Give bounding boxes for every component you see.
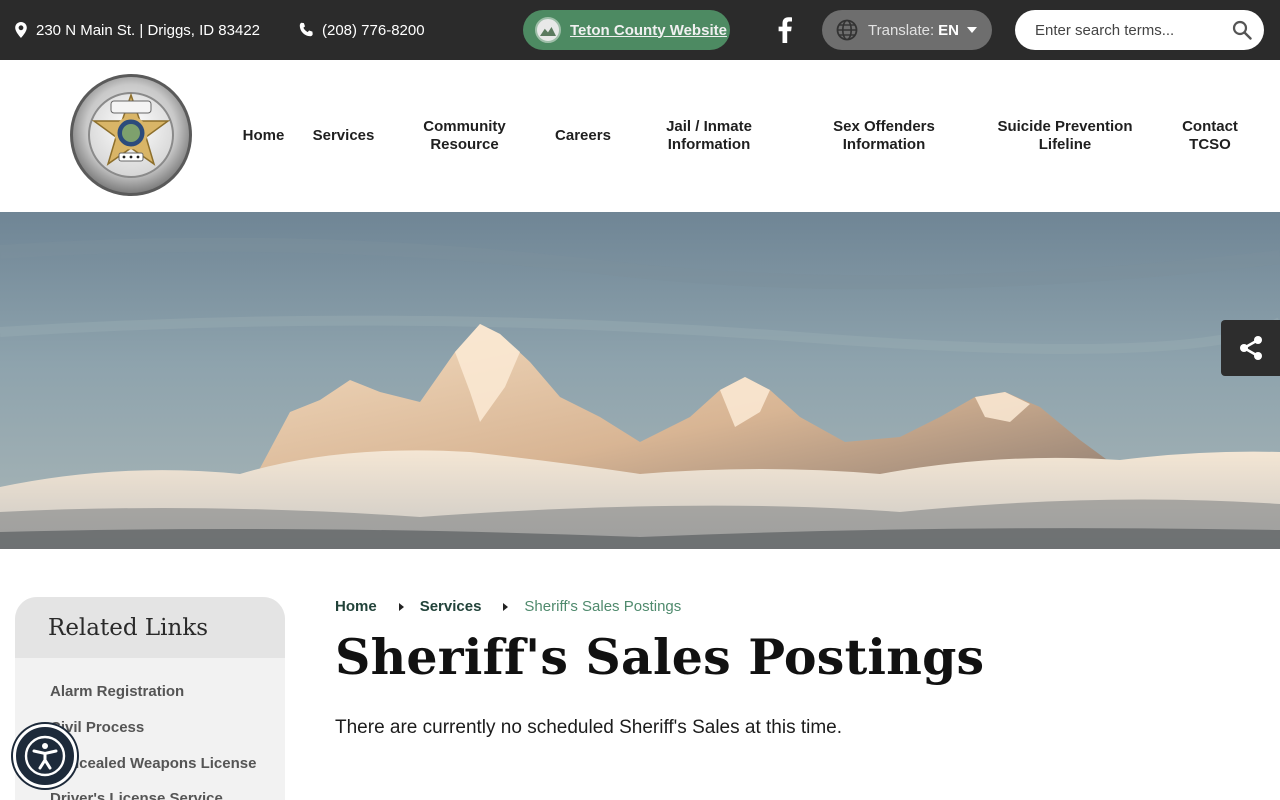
phone-icon: [299, 22, 313, 37]
share-button[interactable]: [1221, 320, 1280, 376]
phone[interactable]: (208) 776-8200: [298, 0, 425, 60]
nav-home-label: Home: [242, 127, 285, 144]
sheriff-badge-logo[interactable]: [69, 73, 193, 197]
nav-careers-label: Careers: [555, 127, 611, 144]
mountain-landscape: [0, 212, 1280, 549]
chevron-down-icon: [966, 27, 977, 33]
sidebar-title: Related Links: [48, 614, 209, 641]
county-website-label: Teton County Website: [570, 21, 727, 39]
nav-contact-label: Contact TCSO: [1182, 118, 1238, 153]
phone-text: (208) 776-8200: [322, 21, 425, 39]
nav-services[interactable]: Services: [306, 60, 381, 212]
translate-dropdown[interactable]: Translate: EN: [822, 10, 992, 50]
county-website-button[interactable]: Teton County Website: [523, 10, 730, 50]
nav-sex-offenders-information[interactable]: Sex Offenders Information: [818, 60, 950, 212]
nav-jail-inmate-label: Jail / Inmate Information: [666, 118, 752, 153]
address: 230 N Main St. | Driggs, ID 83422: [14, 0, 260, 60]
facebook-icon[interactable]: [772, 14, 798, 46]
top-utility-bar: 230 N Main St. | Driggs, ID 83422 (208) …: [0, 0, 1280, 60]
search-icon[interactable]: [1232, 20, 1252, 40]
site-header: Home Services Community Resource Careers…: [0, 60, 1280, 212]
sidebar-link-drivers-license[interactable]: Driver's License Service: [50, 790, 223, 800]
breadcrumb: Home Services Sheriff's Sales Postings: [335, 598, 681, 615]
page-title: Sheriff's Sales Postings: [335, 628, 985, 686]
address-text: 230 N Main St. | Driggs, ID 83422: [36, 21, 261, 39]
nav-suicide-prevention-label: Suicide Prevention Lifeline: [997, 118, 1133, 153]
accessibility-icon: [24, 735, 66, 777]
page-body-text: There are currently no scheduled Sheriff…: [335, 717, 843, 738]
nav-contact-tcso[interactable]: Contact TCSO: [1175, 60, 1245, 212]
hero-mountain-image: [0, 212, 1280, 549]
breadcrumb-current: Sheriff's Sales Postings: [524, 598, 682, 615]
nav-sex-offenders-label: Sex Offenders Information: [833, 118, 935, 153]
translate-label: Translate:: [868, 21, 935, 39]
nav-jail-inmate-information[interactable]: Jail / Inmate Information: [649, 60, 769, 212]
nav-community-resource-label: Community Resource: [423, 118, 506, 153]
search-box: [1015, 10, 1264, 50]
search-input[interactable]: [1035, 21, 1235, 39]
chevron-right-icon: [503, 602, 509, 611]
sidebar-header: Related Links: [15, 597, 285, 658]
sidebar-link-concealed-weapons[interactable]: Concealed Weapons License: [50, 755, 256, 772]
nav-home[interactable]: Home: [236, 60, 291, 212]
sidebar-link-alarm-registration[interactable]: Alarm Registration: [50, 683, 184, 700]
breadcrumb-home[interactable]: Home: [335, 598, 377, 615]
nav-careers[interactable]: Careers: [548, 60, 618, 212]
share-icon: [1239, 336, 1262, 360]
nav-community-resource[interactable]: Community Resource: [412, 60, 517, 212]
accessibility-button[interactable]: [13, 724, 77, 788]
county-logo: [535, 17, 561, 43]
nav-services-label: Services: [312, 127, 375, 144]
breadcrumb-services[interactable]: Services: [420, 598, 482, 615]
map-pin-icon: [15, 22, 27, 38]
chevron-right-icon: [398, 602, 404, 611]
translate-language: EN: [938, 21, 959, 39]
nav-suicide-prevention-lifeline[interactable]: Suicide Prevention Lifeline: [990, 60, 1140, 212]
globe-icon: [836, 19, 858, 41]
